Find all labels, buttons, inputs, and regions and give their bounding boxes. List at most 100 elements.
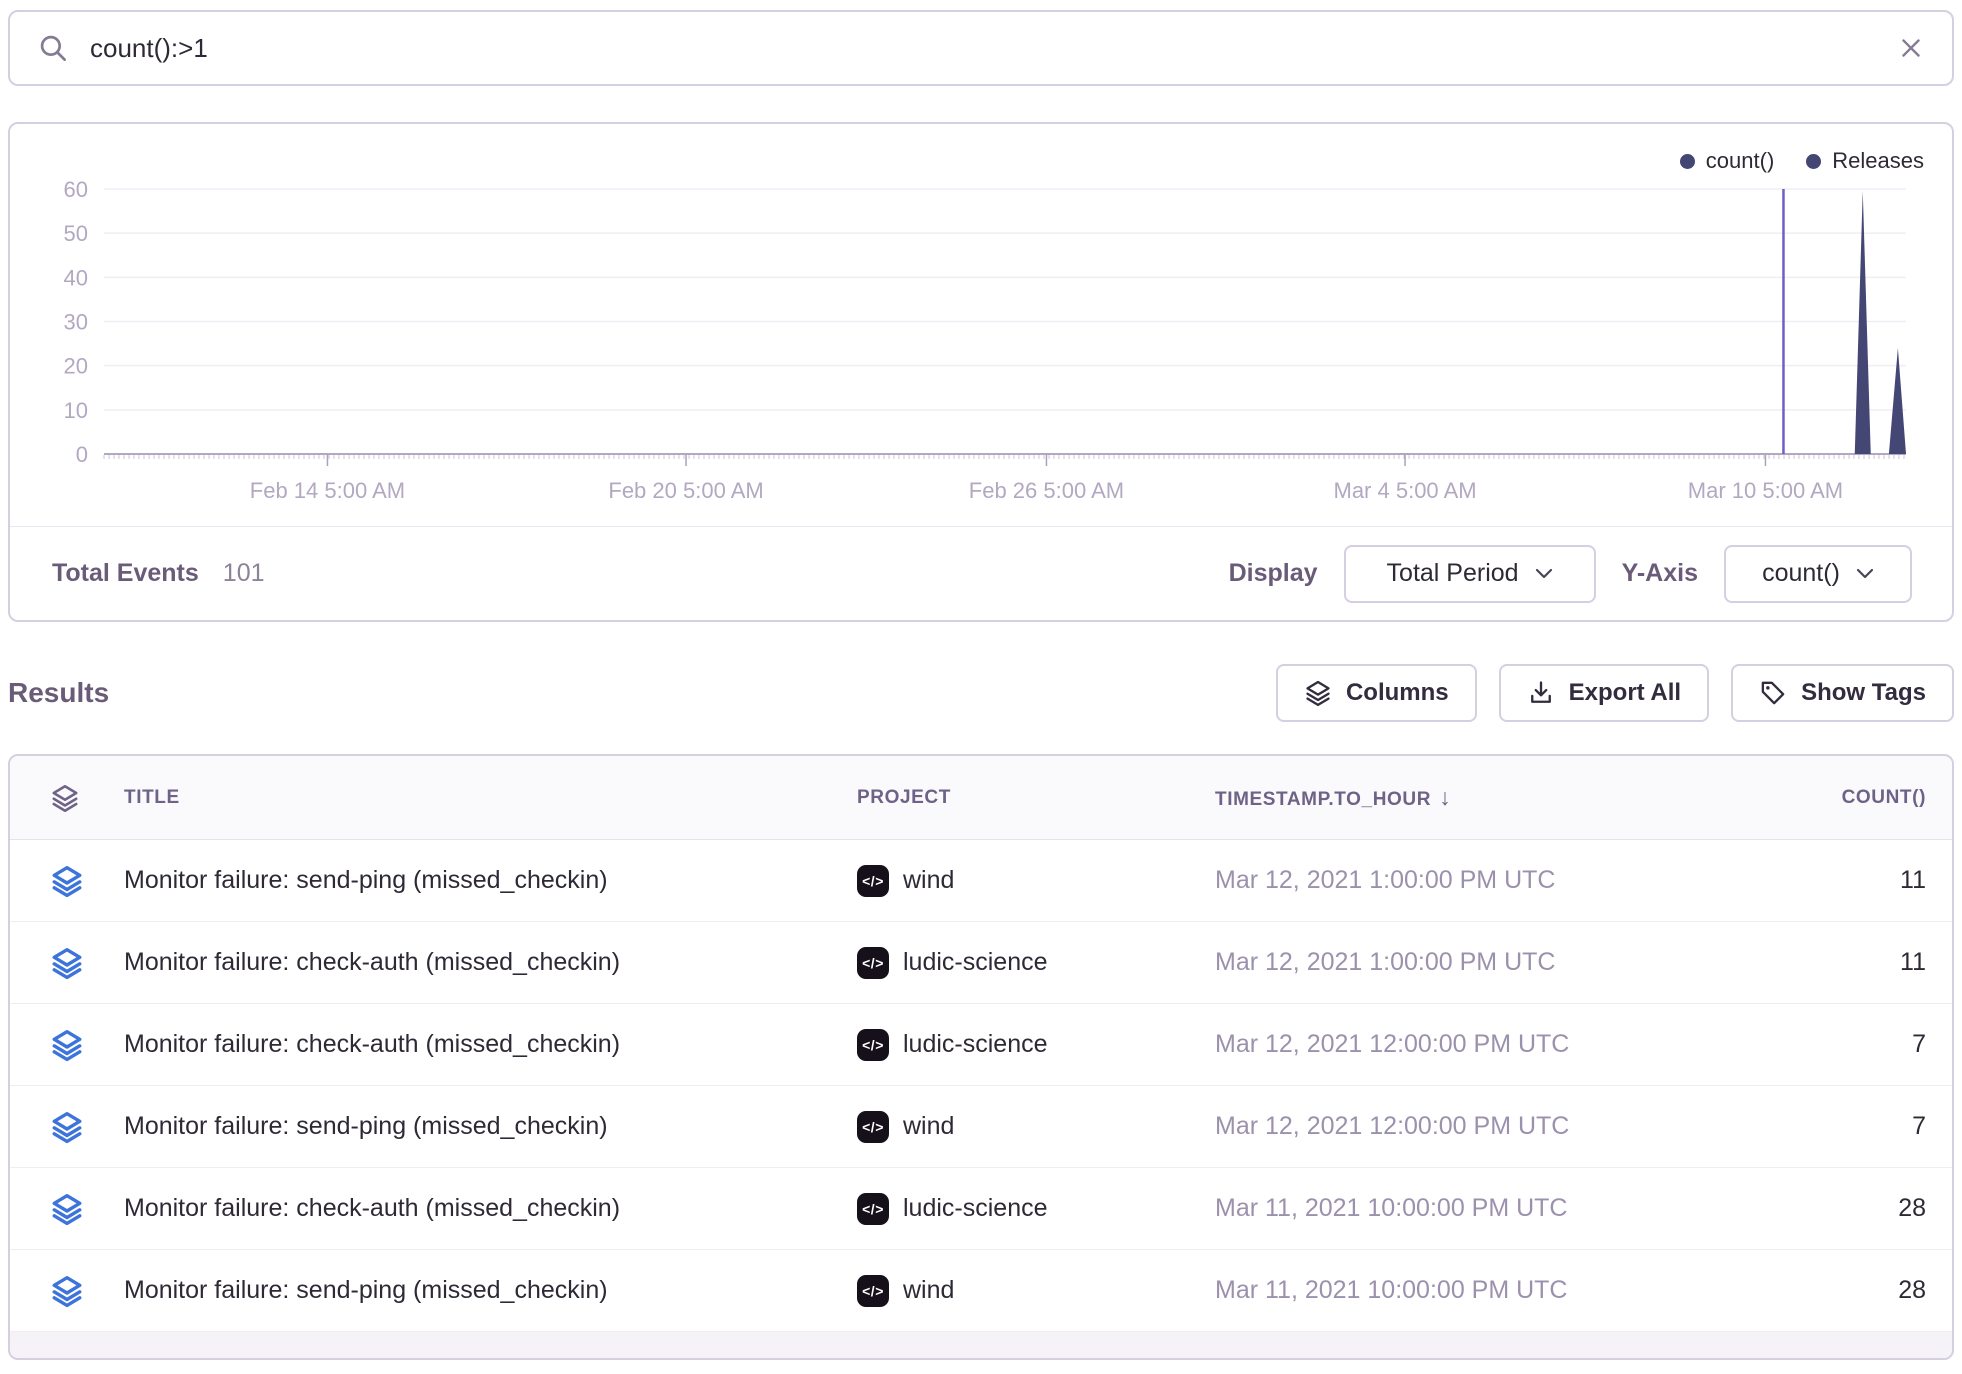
chevron-down-icon [1856, 568, 1874, 579]
svg-text:30: 30 [64, 310, 88, 335]
display-dropdown[interactable]: Total Period [1344, 545, 1596, 603]
row-count: 28 [1675, 1194, 1952, 1223]
row-timestamp: Mar 11, 2021 10:00:00 PM UTC [1215, 1194, 1675, 1223]
download-icon [1527, 679, 1555, 707]
event-stack-icon[interactable] [50, 1192, 84, 1226]
table-row[interactable]: Monitor failure: send-ping (missed_check… [10, 1086, 1952, 1168]
svg-text:10: 10 [64, 398, 88, 423]
row-title: Monitor failure: send-ping (missed_check… [124, 866, 857, 895]
event-stack-icon[interactable] [50, 1028, 84, 1062]
event-stack-icon[interactable] [50, 946, 84, 980]
table-row[interactable]: Monitor failure: check-auth (missed_chec… [10, 922, 1952, 1004]
table-row[interactable]: Monitor failure: send-ping (missed_check… [10, 840, 1952, 922]
row-project: </> ludic-science [857, 1029, 1215, 1061]
svg-text:20: 20 [64, 354, 88, 379]
event-stack-icon[interactable] [50, 1110, 84, 1144]
table-footer [10, 1332, 1952, 1358]
events-chart-panel: count() Releases 0 10 20 30 40 50 60 Feb 14 5:00… [8, 122, 1954, 622]
event-stack-icon[interactable] [50, 1274, 84, 1308]
legend-item-count[interactable]: count() [1680, 148, 1774, 174]
project-platform-badge: </> [857, 865, 889, 897]
svg-text:Feb 26 5:00 AM: Feb 26 5:00 AM [969, 478, 1124, 503]
row-project: </> wind [857, 1111, 1215, 1143]
chevron-down-icon [1535, 568, 1553, 579]
show-tags-button[interactable]: Show Tags [1731, 664, 1954, 722]
row-count: 7 [1675, 1112, 1952, 1141]
row-title: Monitor failure: send-ping (missed_check… [124, 1112, 857, 1141]
row-project: </> ludic-science [857, 947, 1215, 979]
project-name: ludic-science [903, 948, 1048, 977]
display-label: Display [1229, 559, 1318, 588]
svg-text:60: 60 [64, 177, 88, 202]
columns-button[interactable]: Columns [1276, 664, 1477, 722]
row-title: Monitor failure: check-auth (missed_chec… [124, 1194, 857, 1223]
legend-dot-icon [1680, 154, 1695, 169]
project-name: wind [903, 1112, 954, 1141]
results-heading: Results [8, 677, 109, 709]
svg-text:40: 40 [64, 265, 88, 290]
legend-item-releases[interactable]: Releases [1806, 148, 1924, 174]
table-row[interactable]: Monitor failure: check-auth (missed_chec… [10, 1004, 1952, 1086]
layers-icon [50, 783, 80, 813]
row-count: 28 [1675, 1276, 1952, 1305]
search-bar[interactable] [8, 10, 1954, 86]
row-count: 11 [1675, 866, 1952, 895]
legend-label: count() [1706, 148, 1774, 174]
chart-legend: count() Releases [1680, 148, 1924, 174]
sort-desc-icon: ↓ [1439, 784, 1451, 810]
svg-text:Mar 10 5:00 AM: Mar 10 5:00 AM [1688, 478, 1843, 503]
display-dropdown-value: Total Period [1387, 559, 1519, 588]
row-timestamp: Mar 12, 2021 12:00:00 PM UTC [1215, 1030, 1675, 1059]
row-title: Monitor failure: check-auth (missed_chec… [124, 948, 857, 977]
table-body: Monitor failure: send-ping (missed_check… [10, 840, 1952, 1332]
svg-text:Feb 20 5:00 AM: Feb 20 5:00 AM [608, 478, 763, 503]
project-name: ludic-science [903, 1194, 1048, 1223]
legend-label: Releases [1832, 148, 1924, 174]
svg-text:Feb 14 5:00 AM: Feb 14 5:00 AM [250, 478, 405, 503]
export-all-button-label: Export All [1569, 679, 1681, 707]
search-input[interactable] [88, 32, 1878, 65]
row-count: 7 [1675, 1030, 1952, 1059]
yaxis-label: Y-Axis [1622, 559, 1698, 588]
total-events-label: Total Events [52, 559, 199, 588]
project-platform-badge: </> [857, 947, 889, 979]
table-row[interactable]: Monitor failure: send-ping (missed_check… [10, 1250, 1952, 1332]
row-timestamp: Mar 12, 2021 12:00:00 PM UTC [1215, 1112, 1675, 1141]
row-timestamp: Mar 12, 2021 1:00:00 PM UTC [1215, 948, 1675, 977]
tag-icon [1759, 679, 1787, 707]
search-icon [36, 31, 70, 65]
svg-text:0: 0 [76, 442, 88, 467]
yaxis-dropdown[interactable]: count() [1724, 545, 1912, 603]
svg-text:50: 50 [64, 221, 88, 246]
column-header-title[interactable]: TITLE [124, 787, 857, 809]
project-name: wind [903, 1276, 954, 1305]
event-stack-icon[interactable] [50, 864, 84, 898]
yaxis-dropdown-value: count() [1762, 559, 1840, 588]
columns-button-label: Columns [1346, 679, 1449, 707]
results-bar: Results Columns Export All Show Tags [8, 664, 1954, 722]
row-title: Monitor failure: check-auth (missed_chec… [124, 1030, 857, 1059]
project-platform-badge: </> [857, 1029, 889, 1061]
svg-text:Mar 4 5:00 AM: Mar 4 5:00 AM [1334, 478, 1477, 503]
export-all-button[interactable]: Export All [1499, 664, 1709, 722]
total-events: Total Events 101 [52, 559, 265, 588]
results-table: TITLE PROJECT TIMESTAMP.TO_HOUR↓ COUNT()… [8, 754, 1954, 1360]
project-platform-badge: </> [857, 1111, 889, 1143]
legend-dot-icon [1806, 154, 1821, 169]
row-title: Monitor failure: send-ping (missed_check… [124, 1276, 857, 1305]
total-events-value: 101 [223, 559, 265, 588]
column-header-timestamp[interactable]: TIMESTAMP.TO_HOUR↓ [1215, 784, 1675, 811]
chart-footer: Total Events 101 Display Total Period Y-… [10, 526, 1952, 620]
row-project: </> wind [857, 865, 1215, 897]
table-header: TITLE PROJECT TIMESTAMP.TO_HOUR↓ COUNT() [10, 756, 1952, 840]
project-platform-badge: </> [857, 1275, 889, 1307]
row-project: </> wind [857, 1275, 1215, 1307]
table-row[interactable]: Monitor failure: check-auth (missed_chec… [10, 1168, 1952, 1250]
project-name: ludic-science [903, 1030, 1048, 1059]
clear-search-icon[interactable] [1896, 33, 1926, 63]
column-header-count[interactable]: COUNT() [1675, 787, 1952, 809]
column-header-project[interactable]: PROJECT [857, 787, 1215, 809]
project-name: wind [903, 866, 954, 895]
row-count: 11 [1675, 948, 1952, 977]
row-timestamp: Mar 12, 2021 1:00:00 PM UTC [1215, 866, 1675, 895]
